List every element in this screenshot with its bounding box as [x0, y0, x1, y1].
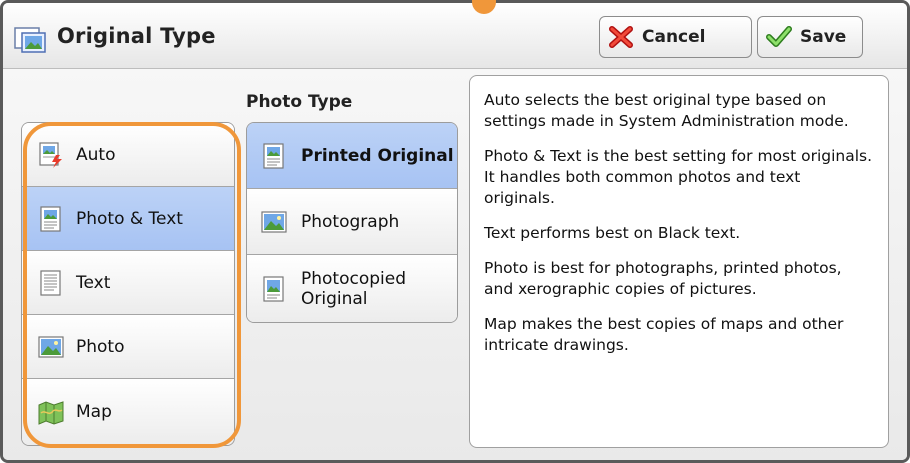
option-label: Auto	[76, 144, 116, 165]
original-type-screen: Original Type Cancel Save Auto Photo & T…	[0, 0, 910, 463]
dialog-frame: Original Type Cancel Save Auto Photo & T…	[0, 0, 910, 463]
content-area: Auto Photo & Text Text Photo Map Photo T…	[3, 69, 907, 460]
photo-type-list: Printed Original Photograph Photocopied …	[246, 122, 458, 323]
save-button-label: Save	[800, 27, 847, 47]
photograph-icon	[261, 210, 287, 233]
option-label: Map	[76, 402, 112, 422]
photo-type-label: Photograph	[301, 211, 400, 232]
cancel-button[interactable]: Cancel	[599, 16, 752, 58]
page-title: Original Type	[57, 24, 216, 48]
option-label: Photo	[76, 336, 125, 357]
auto-document-icon	[39, 141, 62, 168]
original-type-icon	[14, 27, 46, 53]
map-icon	[38, 401, 64, 425]
description-photo-text: Photo & Text is the best setting for mos…	[484, 147, 873, 207]
description-text: Text performs best on Black text.	[484, 224, 741, 242]
photo-type-label: Printed Original	[301, 145, 454, 166]
option-photo-and-text[interactable]: Photo & Text	[22, 187, 234, 251]
description-photo: Photo is best for photographs, printed p…	[484, 259, 842, 298]
option-text[interactable]: Text	[22, 251, 234, 315]
option-map[interactable]: Map	[22, 379, 234, 445]
description-map: Map makes the best copies of maps and ot…	[484, 315, 844, 354]
photo-type-photograph[interactable]: Photograph	[247, 189, 457, 255]
cancel-x-icon	[609, 26, 633, 48]
checkmark-icon	[766, 26, 792, 47]
printed-original-icon	[263, 142, 284, 169]
photo-type-heading: Photo Type	[246, 92, 353, 112]
option-photo[interactable]: Photo	[22, 315, 234, 379]
photo-type-label: Photocopied Original	[301, 268, 407, 309]
photo-type-printed-original[interactable]: Printed Original	[247, 123, 457, 189]
photo-type-photocopied-original[interactable]: Photocopied Original	[247, 255, 457, 322]
original-type-list: Auto Photo & Text Text Photo Map	[21, 122, 235, 446]
save-button[interactable]: Save	[757, 16, 863, 58]
description-panel: Auto selects the best original type base…	[469, 75, 889, 448]
cancel-button-label: Cancel	[642, 27, 706, 47]
text-document-icon	[40, 269, 61, 296]
option-auto[interactable]: Auto	[22, 123, 234, 187]
photocopied-original-icon	[263, 275, 284, 302]
photo-icon	[38, 335, 64, 358]
option-label: Text	[76, 272, 111, 293]
option-label: Photo & Text	[76, 208, 183, 229]
header-bar: Original Type Cancel Save	[3, 3, 907, 69]
photo-text-document-icon	[40, 205, 61, 232]
description-auto: Auto selects the best original type base…	[484, 91, 849, 130]
